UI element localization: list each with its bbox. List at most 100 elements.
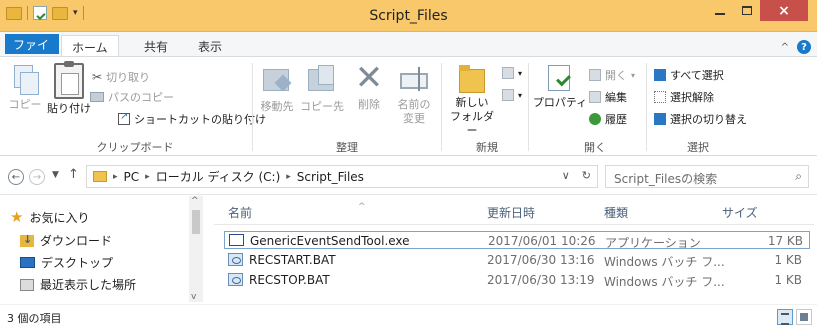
properties-button[interactable]: プロパティ bbox=[532, 63, 588, 110]
nav-item-label: 最近表示した場所 bbox=[40, 278, 137, 292]
paste-shortcut-icon bbox=[118, 111, 130, 125]
group-label-clipboard: クリップボード bbox=[96, 141, 174, 154]
details-view-icon[interactable] bbox=[777, 309, 793, 325]
back-arrow-icon[interactable]: ← bbox=[8, 169, 24, 185]
new-item-icon bbox=[502, 67, 514, 79]
easy-access-button[interactable]: ▾ bbox=[502, 89, 522, 101]
delete-button[interactable]: ✕ 削除 bbox=[351, 61, 387, 112]
nav-item-recent-places[interactable]: 最近表示した場所 bbox=[20, 276, 136, 293]
open-label: 開く bbox=[605, 69, 627, 82]
search-icon[interactable]: ⌕ bbox=[795, 169, 802, 184]
file-name: RECSTOP.BAT bbox=[249, 273, 330, 287]
close-button[interactable]: × bbox=[760, 0, 808, 21]
chevron-right-icon[interactable]: ▸ bbox=[113, 172, 118, 182]
address-bar[interactable]: ▸ PC ▸ ローカル ディスク (C:) ▸ Script_Files ∨ ↻ bbox=[86, 165, 598, 188]
edit-label: 編集 bbox=[605, 91, 627, 104]
ribbon: コピー 貼り付け ✂ 切り取り パスのコピー ショートカットの貼り付け クリップ… bbox=[0, 56, 817, 156]
history-icon bbox=[589, 113, 601, 125]
edit-icon bbox=[589, 91, 601, 103]
delete-label: 削除 bbox=[358, 98, 380, 111]
up-arrow-icon[interactable]: ↑ bbox=[68, 167, 79, 182]
column-header-label: 名前 bbox=[228, 206, 253, 220]
chevron-right-icon[interactable]: ▸ bbox=[145, 172, 150, 182]
file-type: Windows バッチ フ... bbox=[604, 255, 725, 269]
paste-shortcut-button[interactable]: ショートカットの貼り付け bbox=[118, 111, 266, 127]
minimize-button[interactable] bbox=[706, 0, 733, 21]
tab-share[interactable]: 共有 bbox=[134, 35, 178, 56]
select-all-label: すべて選択 bbox=[670, 69, 724, 82]
collapse-ribbon-icon[interactable]: ^ bbox=[781, 42, 789, 53]
scrollbar-thumb[interactable] bbox=[192, 210, 200, 234]
help-icon[interactable]: ? bbox=[797, 40, 811, 54]
chevron-right-icon[interactable]: ▸ bbox=[286, 172, 291, 182]
column-header-date[interactable]: 更新日時 bbox=[487, 204, 535, 221]
copy-path-button[interactable]: パスのコピー bbox=[90, 89, 174, 105]
rename-button[interactable]: 名前の 変更 bbox=[392, 63, 436, 126]
nav-scrollbar[interactable]: ^ v bbox=[189, 196, 203, 302]
table-row[interactable]: RECSTART.BAT 2017/06/30 13:16 Windows バッ… bbox=[224, 251, 810, 269]
breadcrumb-pc[interactable]: PC bbox=[124, 170, 140, 184]
scissors-icon: ✂ bbox=[92, 70, 103, 84]
column-header-name[interactable]: 名前 ^ bbox=[228, 202, 366, 221]
select-none-button[interactable]: 選択解除 bbox=[654, 89, 714, 105]
cut-label: 切り取り bbox=[106, 71, 151, 84]
history-label: 履歴 bbox=[605, 113, 627, 126]
group-separator bbox=[528, 63, 529, 151]
table-row[interactable]: GenericEventSendTool.exe 2017/06/01 10:2… bbox=[224, 231, 810, 250]
select-none-icon bbox=[654, 91, 666, 103]
navigation-pane: ★ お気に入り ダウンロード デスクトップ 最近表示した場所 ^ v bbox=[0, 196, 205, 304]
move-to-button[interactable]: 移動先 bbox=[256, 63, 298, 114]
cut-button[interactable]: ✂ 切り取り bbox=[92, 69, 150, 85]
maximize-icon bbox=[741, 6, 752, 15]
new-folder-button[interactable]: 新しい フォルダー bbox=[446, 63, 498, 138]
folder-icon bbox=[93, 171, 107, 182]
breadcrumb-local-disk[interactable]: ローカル ディスク (C:) bbox=[156, 168, 281, 185]
refresh-icon[interactable]: ↻ bbox=[582, 169, 591, 182]
recent-locations-icon[interactable]: ▼ bbox=[52, 170, 59, 180]
scroll-up-icon[interactable]: ^ bbox=[191, 196, 199, 206]
copy-path-label: パスのコピー bbox=[108, 91, 174, 104]
copy-to-button[interactable]: コピー先 bbox=[298, 63, 346, 114]
star-icon: ★ bbox=[10, 208, 24, 226]
rename-label-2: 変更 bbox=[403, 112, 425, 125]
scroll-down-icon[interactable]: v bbox=[191, 292, 196, 302]
new-item-button[interactable]: ▾ bbox=[502, 67, 522, 79]
file-name-cell: RECSTOP.BAT bbox=[228, 273, 330, 287]
file-type: Windows バッチ フ... bbox=[604, 275, 725, 289]
tab-file[interactable]: ファイル bbox=[5, 34, 59, 69]
invert-selection-label: 選択の切り替え bbox=[670, 113, 747, 126]
copy-button[interactable]: コピー bbox=[8, 63, 42, 112]
table-row[interactable]: RECSTOP.BAT 2017/06/30 13:19 Windows バッチ… bbox=[224, 271, 810, 289]
tab-view[interactable]: 表示 bbox=[188, 35, 232, 56]
rename-icon bbox=[399, 63, 429, 95]
sort-ascending-icon: ^ bbox=[358, 202, 366, 212]
address-history-dropdown-icon[interactable]: ∨ bbox=[562, 169, 570, 182]
edit-button[interactable]: 編集 bbox=[589, 89, 627, 105]
select-all-button[interactable]: すべて選択 bbox=[654, 67, 724, 83]
nav-item-favorites[interactable]: ★ お気に入り bbox=[10, 208, 89, 226]
invert-selection-button[interactable]: 選択の切り替え bbox=[654, 111, 747, 127]
group-separator bbox=[646, 63, 647, 151]
large-icons-view-icon[interactable] bbox=[796, 309, 812, 325]
column-header-type[interactable]: 種類 bbox=[604, 204, 628, 221]
move-to-icon bbox=[261, 63, 293, 97]
history-button[interactable]: 履歴 bbox=[589, 111, 627, 127]
tab-home[interactable]: ホーム bbox=[61, 35, 119, 57]
new-folder-icon bbox=[457, 63, 487, 93]
maximize-button[interactable] bbox=[733, 0, 760, 21]
copy-path-icon bbox=[90, 92, 104, 102]
title-bar: ▾ Script_Files × bbox=[0, 0, 817, 32]
forward-arrow-icon[interactable]: → bbox=[29, 169, 45, 185]
rename-label-1: 名前の bbox=[397, 98, 431, 111]
nav-item-label: お気に入り bbox=[29, 210, 90, 225]
breadcrumb-script-files[interactable]: Script_Files bbox=[297, 170, 364, 184]
column-header-size[interactable]: サイズ bbox=[722, 204, 758, 221]
paste-button[interactable]: 貼り付け bbox=[45, 61, 93, 116]
nav-item-desktop[interactable]: デスクトップ bbox=[20, 254, 113, 271]
group-label-new: 新規 bbox=[476, 141, 498, 154]
open-icon bbox=[589, 69, 601, 81]
open-button[interactable]: 開く ▾ bbox=[589, 67, 635, 83]
nav-item-downloads[interactable]: ダウンロード bbox=[20, 232, 112, 249]
recent-places-icon bbox=[20, 278, 34, 291]
search-input[interactable]: Script_Filesの検索 ⌕ bbox=[605, 165, 809, 188]
